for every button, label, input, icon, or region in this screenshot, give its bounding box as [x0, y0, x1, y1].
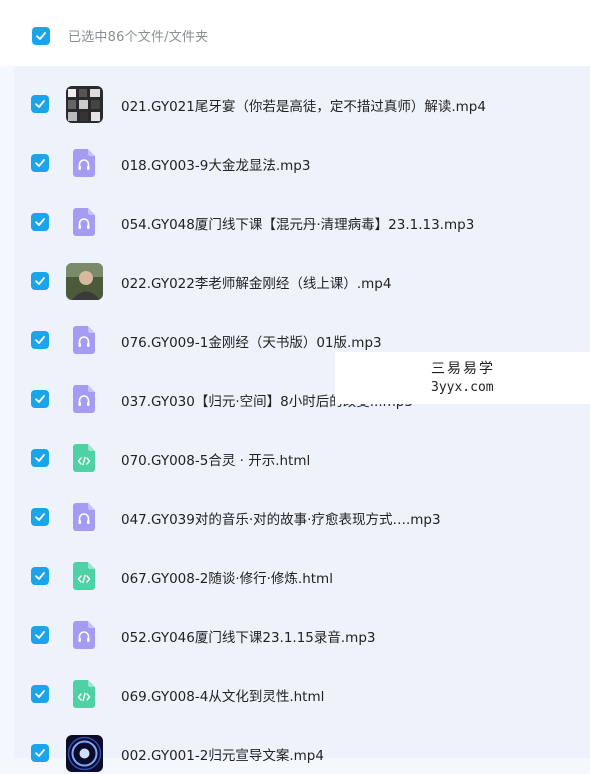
file-checkbox[interactable] — [31, 508, 49, 526]
file-row[interactable]: 018.GY003-9大金龙显法.mp3 — [14, 125, 590, 184]
file-row[interactable]: 021.GY021尾牙宴（你若是高徒，定不措过真师）解读.mp4 — [14, 66, 590, 125]
html-file-icon — [73, 444, 95, 472]
file-row[interactable]: 047.GY039对的音乐·对的故事·疗愈表现方式….mp3 — [14, 479, 590, 538]
file-checkbox[interactable] — [31, 567, 49, 585]
file-name: 021.GY021尾牙宴（你若是高徒，定不措过真师）解读.mp4 — [121, 99, 486, 115]
file-name: 047.GY039对的音乐·对的故事·疗愈表现方式….mp3 — [121, 512, 441, 528]
video-thumbnail — [66, 86, 103, 123]
checkmark-icon — [35, 277, 45, 285]
file-name: 018.GY003-9大金龙显法.mp3 — [121, 158, 311, 174]
checkmark-icon — [35, 100, 45, 108]
checkmark-icon — [36, 32, 46, 40]
file-name: 022.GY022李老师解金刚经（线上课）.mp4 — [121, 276, 392, 292]
file-checkbox[interactable] — [31, 331, 49, 349]
file-name: 067.GY008-2随谈·修行·修炼.html — [121, 571, 333, 587]
video-thumbnail — [66, 735, 103, 772]
file-row[interactable]: 069.GY008-4从文化到灵性.html — [14, 656, 590, 715]
file-row[interactable]: 002.GY001-2归元宣导文案.mp4 — [14, 715, 590, 774]
file-name: 076.GY009-1金刚经（天书版）01版.mp3 — [121, 335, 382, 351]
audio-file-icon — [73, 385, 95, 413]
file-checkbox[interactable] — [31, 272, 49, 290]
checkmark-icon — [35, 513, 45, 521]
file-name: 002.GY001-2归元宣导文案.mp4 — [121, 748, 324, 764]
file-checkbox[interactable] — [31, 390, 49, 408]
watermark-url: 3yyx.com — [431, 380, 494, 395]
checkmark-icon — [35, 218, 45, 226]
file-checkbox[interactable] — [31, 213, 49, 231]
checkmark-icon — [35, 395, 45, 403]
html-file-icon — [73, 680, 95, 708]
file-list: 021.GY021尾牙宴（你若是高徒，定不措过真师）解读.mp4 018.GY00… — [14, 66, 590, 772]
file-name: 052.GY046厦门线下课23.1.15录音.mp3 — [121, 630, 376, 646]
file-name: 069.GY008-4从文化到灵性.html — [121, 689, 325, 705]
file-row[interactable]: 067.GY008-2随谈·修行·修炼.html — [14, 538, 590, 597]
watermark-title: 三易易学 — [431, 361, 495, 377]
audio-file-icon — [73, 621, 95, 649]
checkmark-icon — [35, 749, 45, 757]
file-row[interactable]: 052.GY046厦门线下课23.1.15录音.mp3 — [14, 597, 590, 656]
file-checkbox[interactable] — [31, 154, 49, 172]
file-row[interactable]: 070.GY008-5合灵 · 开示.html — [14, 420, 590, 479]
file-row[interactable]: 022.GY022李老师解金刚经（线上课）.mp4 — [14, 243, 590, 302]
selection-header: 已选中86个文件/文件夹 — [0, 0, 590, 66]
file-name: 070.GY008-5合灵 · 开示.html — [121, 453, 311, 469]
select-all-checkbox[interactable] — [32, 27, 50, 45]
video-thumbnail — [66, 263, 103, 300]
audio-file-icon — [73, 503, 95, 531]
audio-file-icon — [73, 326, 95, 354]
file-checkbox[interactable] — [31, 685, 49, 703]
checkmark-icon — [35, 572, 45, 580]
file-checkbox[interactable] — [31, 449, 49, 467]
checkmark-icon — [35, 631, 45, 639]
watermark: 三易易学 3yyx.com — [335, 352, 590, 404]
checkmark-icon — [35, 336, 45, 344]
checkmark-icon — [35, 159, 45, 167]
file-row[interactable]: 054.GY048厦门线下课【混元丹·清理病毒】23.1.13.mp3 — [14, 184, 590, 243]
selection-count-label: 已选中86个文件/文件夹 — [68, 30, 209, 45]
audio-file-icon — [73, 149, 95, 177]
audio-file-icon — [73, 208, 95, 236]
checkmark-icon — [35, 690, 45, 698]
html-file-icon — [73, 562, 95, 590]
file-checkbox[interactable] — [31, 626, 49, 644]
file-name: 054.GY048厦门线下课【混元丹·清理病毒】23.1.13.mp3 — [121, 217, 475, 233]
checkmark-icon — [35, 454, 45, 462]
file-checkbox[interactable] — [31, 95, 49, 113]
file-checkbox[interactable] — [31, 744, 49, 762]
